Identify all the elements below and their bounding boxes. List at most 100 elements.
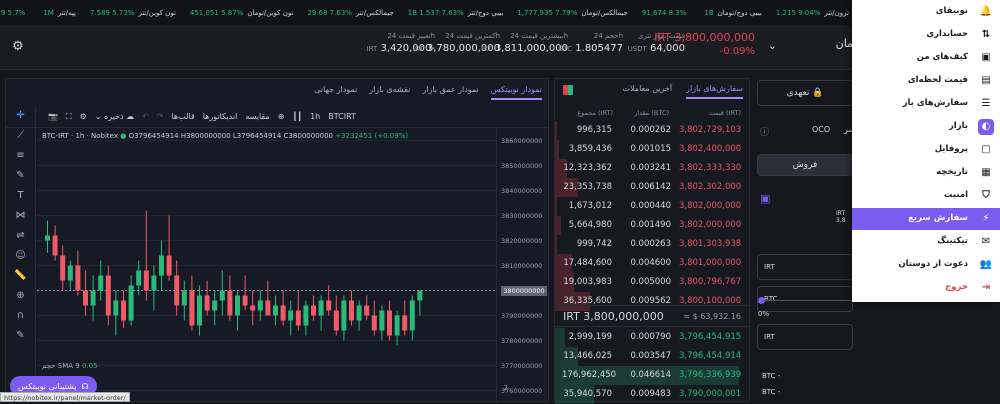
sidebar-item-label: نوبیفای <box>935 6 968 16</box>
tab-global-chart[interactable]: نمودار جهانی <box>314 85 357 100</box>
ticker-item[interactable]: 29.68 7.63% جیمالکس/تتر <box>307 9 393 17</box>
price-axis[interactable]: 3860000000 3850000000 3840000000 3830000000… <box>496 128 548 403</box>
sidebar-item-wallet[interactable]: کیف‌های من ▣ <box>852 47 1000 69</box>
info-icon[interactable]: ⓘ <box>760 125 769 138</box>
order-price: 3,796,454,915 <box>679 332 742 342</box>
drawing-tools: ✛ ⟋ ≡ ✎ T ⋈ ⇌ ☺ 📏 ⊕ ∩ ✎ <box>6 106 36 403</box>
compare-button[interactable]: مقایسه <box>245 112 269 121</box>
undo-icon[interactable]: ↶ <box>142 112 149 121</box>
chevron-down-icon[interactable]: ⌄ <box>768 39 777 52</box>
ticker-item[interactable]: 1B بیبی دوج/تومان <box>704 9 761 17</box>
market-icon: ◐ <box>978 119 994 135</box>
camera-icon[interactable]: 📷 <box>48 112 58 121</box>
ask-row[interactable]: 3,801,000,000 0.004600 17,484,600 <box>555 254 749 273</box>
add-icon[interactable]: ⊕ <box>278 112 285 121</box>
order-amount: 0.009483 <box>630 389 671 399</box>
indicators-button[interactable]: اندیکاتورها <box>203 112 238 121</box>
zoom-in-icon[interactable]: ⊕ <box>16 290 24 301</box>
ticker-item[interactable]: 1,777,935 7.79% جیمالکس/تومان <box>517 9 628 17</box>
amount-slider[interactable] <box>764 300 854 301</box>
emoji-icon[interactable]: ☺ <box>15 250 25 261</box>
ticker-item[interactable]: 1M پپه/تتر <box>43 9 76 17</box>
ask-row[interactable]: 3,802,729,103 0.000262 996,315 <box>555 121 749 140</box>
sidebar-item-bolt[interactable]: سفارش سریع ⚡ <box>852 208 1000 230</box>
lock-drawings-icon[interactable]: ✎ <box>16 330 24 341</box>
settings-gear-icon[interactable]: ⚙ <box>12 39 24 54</box>
ask-row[interactable]: 3,802,000,000 0.001490 5,664,980 <box>555 216 749 235</box>
fullscreen-icon[interactable]: ⛶ <box>66 112 72 122</box>
crosshair-icon[interactable]: ✛ <box>16 110 24 121</box>
sidebar-item-profile[interactable]: پروفایل ▢ <box>852 139 1000 161</box>
ticker-item[interactable]: 451,051 5.87% تون کوین/تومان <box>190 9 294 17</box>
ask-row[interactable]: 3,802,333,330 0.003241 12,323,362 <box>555 159 749 178</box>
sidebar-item-chart[interactable]: قیمت لحظه‌ای ▤ <box>852 70 1000 92</box>
bid-row[interactable]: 3,790,000,001 0.009483 35,940,570 <box>555 385 749 404</box>
order-total: 996,315 <box>576 125 612 135</box>
ask-row[interactable]: 3,801,303,938 0.000263 999,742 <box>555 235 749 254</box>
ticker-item[interactable]: 1B 1.537 7.63% بیبی دوج/تتر <box>408 9 504 17</box>
ask-row[interactable]: 3,802,000,000 0.000440 1,673,012 <box>555 197 749 216</box>
sidebar-item-bell[interactable]: نوبیفای 🔔 <box>852 1 1000 23</box>
ruler-icon[interactable]: 📏 <box>14 270 26 281</box>
symbol-search[interactable]: BTCIRT <box>328 112 356 121</box>
tab-recent-trades[interactable]: آخرین معاملات <box>622 84 672 99</box>
pair-name[interactable]: مان <box>836 37 853 50</box>
sidebar-item-label: سفارش‌های باز <box>902 98 968 108</box>
tab-nobitex-chart[interactable]: نمودار نوبیتکس <box>490 85 542 100</box>
sell-button[interactable]: فروش <box>757 154 853 176</box>
ticker-item[interactable]: 7.589 5.73% تون کوین/تتر <box>90 9 176 17</box>
orderbook-layout-icon[interactable] <box>563 85 573 95</box>
forecast-icon[interactable]: ⇌ <box>16 230 24 241</box>
candle-body <box>189 290 195 326</box>
interval-button[interactable]: 1h <box>310 112 320 121</box>
bid-row[interactable]: 3,796,336,939 0.046614 176,962,450 <box>555 366 749 385</box>
sidebar-item-logout[interactable]: خروج ⇥ <box>852 277 1000 299</box>
sidebar-item-users[interactable]: دعوت از دوستان 👥 <box>852 254 1000 276</box>
text-tool-icon[interactable]: T <box>17 190 23 201</box>
candle-body <box>341 300 347 331</box>
settings-icon[interactable]: ⚙ <box>80 112 87 121</box>
sidebar-item-arrows[interactable]: حسابداری ⇅ <box>852 24 1000 46</box>
ticker-item[interactable]: 91,674 8.3% <box>642 9 691 17</box>
tab-market-orders[interactable]: سفارش‌های بازار <box>686 84 743 99</box>
ticker-item[interactable]: 11.8319 5.7% <box>0 9 29 17</box>
save-layout-button[interactable]: ⌄ ذخیره ☁ <box>95 112 134 121</box>
chart-toolbar: 📷 ⛶ ⚙ ⌄ ذخیره ☁ ↶ ↷ قالب‌ها اندیکاتورها … <box>6 106 548 128</box>
fib-icon[interactable]: ≡ <box>16 150 24 161</box>
templates-button[interactable]: قالب‌ها <box>171 112 194 121</box>
sidebar-item-calendar[interactable]: تاریخچه ▦ <box>852 162 1000 184</box>
sidebar-item-mail[interactable]: تیکتینگ ✉ <box>852 231 1000 253</box>
candle-body <box>136 270 142 286</box>
sidebar-item-market[interactable]: بازار ◐ <box>852 116 1000 138</box>
candle-type-icon[interactable]: ┃┃ <box>292 112 302 121</box>
tab-depth-chart[interactable]: نمودار عمق بازار <box>422 85 478 100</box>
sidebar-item-list[interactable]: سفارش‌های باز ☰ <box>852 93 1000 115</box>
sidebar-item-shield[interactable]: امنیت ⛉ <box>852 185 1000 207</box>
trend-line-icon[interactable]: ⟋ <box>17 130 24 141</box>
redo-icon[interactable]: ↷ <box>157 112 164 121</box>
price-input[interactable]: IRT <box>757 254 853 280</box>
tab-market-map[interactable]: نقشه‌ی بازار <box>369 85 410 100</box>
commit-button[interactable]: تعهدی 🔒 <box>757 80 853 106</box>
brush-icon[interactable]: ✎ <box>16 170 24 181</box>
amount-input[interactable]: BTC <box>757 286 853 312</box>
total-input[interactable]: IRT <box>757 324 853 350</box>
candlestick-plot[interactable] <box>37 128 497 403</box>
ask-row[interactable]: 3,802,400,000 0.001015 3,859,436 <box>555 140 749 159</box>
ask-row[interactable]: 3,802,302,000 0.006142 23,353,738 <box>555 178 749 197</box>
volume-legend: حجم SMA 9 0.05 <box>42 362 98 370</box>
bid-row[interactable]: 3,796,454,915 0.000790 2,999,199 <box>555 328 749 347</box>
candle-body <box>60 255 66 281</box>
magnet-icon[interactable]: ∩ <box>17 310 24 321</box>
order-type-oco[interactable]: OCO <box>812 125 830 134</box>
ask-row[interactable]: 3,800,796,767 0.005000 19,003,983 <box>555 273 749 292</box>
user-sidebar-menu: نوبیفای 🔔 حسابداری ⇅ کیف‌های من ▣ قیمت لحظه‌ای… <box>852 0 1000 302</box>
order-total: 19,003,983 <box>563 277 612 287</box>
candle-body <box>98 275 104 291</box>
pattern-icon[interactable]: ⋈ <box>16 210 26 221</box>
list-icon: ☰ <box>981 98 991 109</box>
bid-row[interactable]: 3,796,454,914 0.003547 13,466,025 <box>555 347 749 366</box>
sidebar-item-label: کیف‌های من <box>916 52 968 62</box>
ticker-item[interactable]: 1.215 9.04% ترون/تتر <box>776 9 849 17</box>
wallet-icon[interactable]: ▣ <box>760 192 770 205</box>
